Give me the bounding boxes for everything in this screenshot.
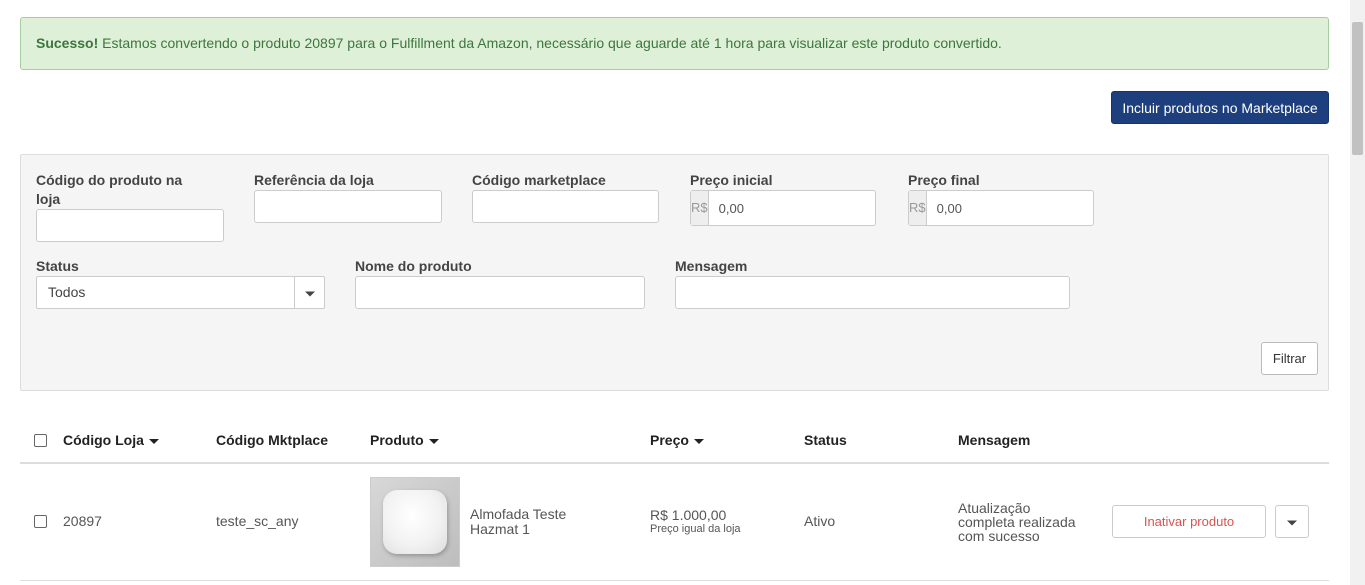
cell-produto-line-1: Almofada Teste: [470, 506, 567, 522]
header-status: Status: [804, 432, 847, 448]
cell-mensagem-line-2: completa realizada: [958, 514, 1076, 530]
header-codigo-mktplace: Código Mktplace: [216, 432, 329, 448]
cell-codigo-mktplace: teste_sc_any: [216, 513, 299, 529]
preco-inicial-input[interactable]: [708, 191, 905, 225]
filter-nome-produto-label: Nome do produto: [355, 258, 472, 274]
cell-mensagem-line-1: Atualização: [958, 500, 1031, 516]
header-codigo-loja-label: Código Loja: [63, 432, 144, 448]
filter-mensagem: Mensagem: [675, 257, 1070, 309]
cell-mensagem: Atualização completa realizada com suces…: [958, 501, 1076, 543]
product-image: [370, 477, 460, 567]
cell-produto-line-2: Hazmat 1: [470, 521, 530, 537]
select-all-checkbox[interactable]: [34, 434, 47, 447]
header-produto-label: Produto: [370, 432, 424, 448]
filter-preco-inicial: Preço inicial R$: [690, 171, 905, 226]
row-checkbox[interactable]: [34, 515, 47, 528]
table-header: Código Loja Código Mktplace Produto Preç…: [20, 420, 1329, 464]
cell-codigo-loja: 20897: [63, 513, 102, 529]
filter-preco-final: Preço final R$: [908, 171, 1123, 226]
pillow-product-image: [383, 490, 447, 554]
sort-caret-down-icon: [428, 438, 439, 444]
caret-down-icon: [304, 291, 315, 296]
filter-preco-inicial-label: Preço inicial: [690, 172, 773, 188]
filter-codigo-marketplace-label: Código marketplace: [472, 172, 606, 188]
filter-panel: Código do produto na loja Referência da …: [20, 154, 1329, 391]
filter-mensagem-label: Mensagem: [675, 258, 748, 274]
table-row: 20897 teste_sc_any Almofada Teste Hazmat…: [20, 464, 1329, 581]
page-scrollbar[interactable]: [1350, 0, 1365, 585]
cell-preco-value: R$ 1.000,00: [650, 507, 727, 523]
header-mensagem: Mensagem: [958, 432, 1031, 448]
currency-addon: R$: [909, 191, 927, 225]
status-selected-value: Todos: [48, 284, 86, 300]
header-preco-label: Preço: [650, 432, 689, 448]
alert-strong: Sucesso!: [36, 35, 99, 51]
caret-down-icon: [1287, 520, 1297, 525]
header-produto[interactable]: Produto: [370, 432, 439, 448]
preco-inicial-group: R$: [690, 190, 905, 226]
cell-mensagem-line-3: com sucesso: [958, 528, 1040, 544]
filter-codigo-loja-label-2: loja: [36, 191, 61, 207]
codigo-marketplace-input[interactable]: [472, 190, 659, 223]
alert-message: Estamos convertendo o produto 20897 para…: [102, 35, 1002, 51]
sort-caret-down-icon: [693, 438, 704, 444]
row-actions-dropdown[interactable]: [1275, 505, 1309, 538]
filter-codigo-marketplace: Código marketplace: [472, 171, 659, 223]
sort-caret-down-icon: [148, 438, 159, 444]
filter-codigo-loja-label-1: Código do produto na: [36, 172, 183, 188]
status-select[interactable]: Todos: [36, 276, 325, 309]
filter-button[interactable]: Filtrar: [1261, 342, 1318, 375]
filter-nome-produto: Nome do produto: [355, 257, 645, 309]
scrollbar-thumb[interactable]: [1352, 22, 1363, 155]
nome-produto-input[interactable]: [355, 276, 645, 309]
currency-addon: R$: [691, 191, 709, 225]
add-products-button[interactable]: Incluir produtos no Marketplace: [1111, 91, 1329, 124]
cell-produto: Almofada Teste Hazmat 1: [470, 507, 566, 537]
cell-preco-note: Preço igual da loja: [650, 523, 741, 535]
filter-preco-final-label: Preço final: [908, 172, 980, 188]
header-preco[interactable]: Preço: [650, 432, 704, 448]
referencia-input[interactable]: [254, 190, 442, 223]
filter-referencia-label: Referência da loja: [254, 172, 374, 188]
filter-status-label: Status: [36, 258, 79, 274]
status-dropdown-toggle[interactable]: [294, 277, 324, 308]
preco-final-group: R$: [908, 190, 1123, 226]
mensagem-input[interactable]: [675, 276, 1070, 309]
inactivate-product-button[interactable]: Inativar produto: [1112, 505, 1266, 538]
filter-referencia: Referência da loja: [254, 171, 442, 223]
filter-status: Status Todos: [36, 257, 325, 309]
success-alert: Sucesso! Estamos convertendo o produto 2…: [20, 17, 1329, 70]
codigo-loja-input[interactable]: [36, 209, 224, 242]
cell-preco: R$ 1.000,00 Preço igual da loja: [650, 508, 741, 536]
preco-final-input[interactable]: [926, 191, 1123, 225]
filter-codigo-loja: Código do produto na loja: [36, 171, 224, 242]
cell-status: Ativo: [804, 513, 836, 529]
header-codigo-loja[interactable]: Código Loja: [63, 432, 159, 448]
